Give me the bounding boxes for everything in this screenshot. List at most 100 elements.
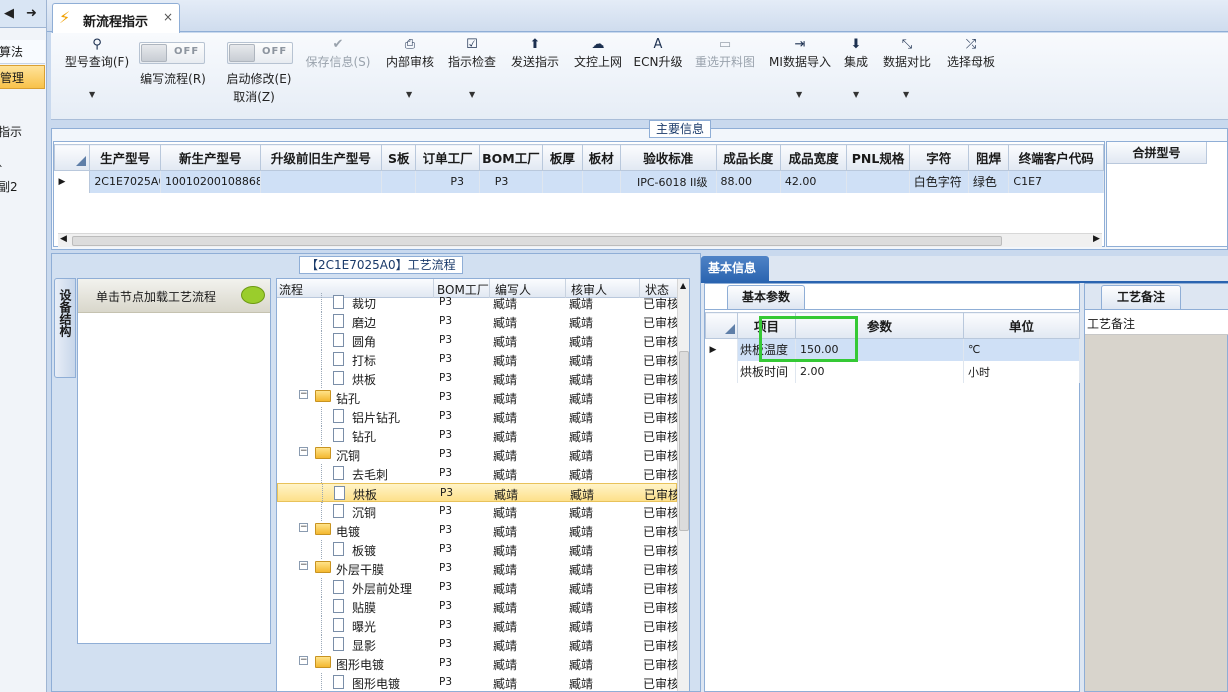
load-hint-bar: 单击节点加载工艺流程 [78, 279, 270, 313]
flow-row[interactable]: − 沉铜 P3 臧靖 臧靖 已审核 [277, 445, 679, 464]
col-header[interactable]: 新生产型号 [159, 144, 261, 171]
flow-row[interactable]: 烘板 P3 臧靖 臧靖 已审核 [277, 483, 680, 503]
scrollbar-thumb[interactable] [679, 351, 689, 531]
flow-status: 已审核 [643, 658, 680, 672]
col-header[interactable]: 板厚 [542, 144, 583, 171]
col-header[interactable]: S板 [381, 144, 417, 171]
internal-review-dropdown-icon[interactable]: ▼ [406, 90, 412, 99]
scroll-left-icon[interactable]: ◀ [60, 234, 67, 244]
splitter-handle[interactable] [271, 480, 275, 530]
col-header[interactable]: 订单工厂 [415, 144, 480, 171]
row-pointer-icon: ▶ [54, 170, 91, 193]
col-header[interactable]: 生产型号 [89, 144, 161, 171]
collapse-node-icon[interactable]: − [299, 390, 308, 399]
table-row[interactable]: 烘板时间 2.00 小时 [705, 360, 1080, 383]
left-nav-item-algo[interactable]: 算法 [0, 40, 45, 64]
mi-import-dropdown-icon[interactable]: ▼ [796, 90, 802, 99]
scroll-up-icon[interactable]: ▲ [680, 281, 686, 290]
folder-icon [315, 656, 331, 668]
compare-dropdown-icon[interactable]: ▼ [903, 90, 909, 99]
horizontal-scrollbar[interactable]: ◀ ▶ [58, 233, 1102, 247]
integrate-dropdown-icon[interactable]: ▼ [853, 90, 859, 99]
load-hint-text: 单击节点加载工艺流程 [96, 290, 217, 304]
collapse-node-icon[interactable]: − [299, 561, 308, 570]
compare-button[interactable]: ⤡ 数据对比 [879, 37, 935, 70]
left-nav-item-manage[interactable]: 管理 [0, 65, 45, 89]
flow-writer: 臧靖 [493, 525, 518, 539]
collapse-node-icon[interactable]: − [299, 447, 308, 456]
merge-model-header[interactable]: 合拼型号 [1107, 142, 1207, 164]
left-nav-item-dot[interactable]: ˎ [0, 148, 44, 172]
flow-row[interactable]: − 外层干膜 P3 臧靖 臧靖 已审核 [277, 559, 679, 578]
flow-row[interactable]: 裁切 P3 臧靖 臧靖 已审核 [277, 293, 679, 312]
table-row[interactable]: ▶ 2C1E7025A0 10010200108868 P3 P3 IPC-60… [54, 170, 1104, 193]
flow-row[interactable]: − 电镀 P3 臧靖 臧靖 已审核 [277, 521, 679, 540]
flow-row[interactable]: 磨边 P3 臧靖 臧靖 已审核 [277, 312, 680, 331]
model-query-button[interactable]: ⚲ 型号查询(F) [59, 37, 135, 70]
tab-basic-params[interactable]: 基本参数 [727, 285, 805, 309]
col-header[interactable]: BOM工厂 [478, 144, 544, 171]
check-button[interactable]: ☑ 指示检查 [445, 37, 499, 70]
param-value-cell[interactable]: 2.00 [795, 360, 964, 383]
mi-import-button[interactable]: ⇥ MI数据导入 [765, 37, 835, 70]
col-header[interactable]: 字符 [908, 144, 969, 171]
tab-equipment-structure[interactable]: 设备结构 [54, 278, 76, 378]
tab-title: 新流程指示 [83, 15, 149, 30]
edit-flow-toggle[interactable]: OFF [139, 42, 205, 64]
col-header[interactable]: 升级前旧生产型号 [259, 144, 383, 171]
flow-row[interactable]: 沉铜 P3 臧靖 臧靖 已审核 [277, 502, 679, 521]
flow-row[interactable]: 外层前处理 P3 臧靖 臧靖 已审核 [277, 578, 679, 597]
internal-review-button[interactable]: ⎙ 内部审核 [383, 37, 437, 70]
col-header[interactable]: 验收标准 [619, 144, 717, 171]
vertical-scrollbar[interactable]: ▲ [677, 279, 689, 691]
scroll-right-icon[interactable]: ▶ [1093, 234, 1100, 244]
flow-row[interactable]: 去毛刺 P3 臧靖 臧靖 已审核 [277, 464, 679, 483]
model-query-dropdown-icon[interactable]: ▼ [89, 90, 95, 99]
col-header[interactable]: 成品长度 [715, 144, 781, 171]
flow-factory: P3 [440, 487, 454, 499]
flow-row[interactable]: 打标 P3 臧靖 臧靖 已审核 [277, 350, 679, 369]
flow-status: 已审核 [643, 316, 680, 330]
flow-factory: P3 [439, 410, 453, 422]
flow-row[interactable]: 铝片钻孔 P3 臧靖 臧靖 已审核 [277, 407, 679, 426]
col-header[interactable]: 单位 [963, 312, 1080, 339]
tab-basic-info[interactable]: 基本信息 [701, 256, 769, 282]
recut-image-button[interactable]: ▭ 重选开料图 [691, 37, 759, 70]
col-header[interactable]: 成品宽度 [779, 144, 848, 171]
pin-icon[interactable]: ➜ [26, 6, 37, 21]
tab-process-notes[interactable]: 工艺备注 [1101, 285, 1181, 309]
flow-row[interactable]: 曝光 P3 臧靖 臧靖 已审核 [277, 616, 679, 635]
col-header[interactable]: 终端客户代码 [1008, 144, 1104, 171]
flow-row[interactable]: 钻孔 P3 臧靖 臧靖 已审核 [277, 426, 679, 445]
flow-row[interactable]: 板镀 P3 臧靖 臧靖 已审核 [277, 540, 679, 559]
tab-new-flow[interactable]: ⚡ 新流程指示 × [52, 3, 180, 33]
left-nav-item-2[interactable]: 副2 [0, 175, 44, 199]
start-modify-toggle[interactable]: OFF [227, 42, 293, 64]
upload-button[interactable]: ☁ 文控上网 [571, 37, 625, 70]
flow-row[interactable]: − 钻孔 P3 臧靖 臧靖 已审核 [277, 388, 680, 407]
flow-row[interactable]: − 图形电镀 P3 臧靖 臧靖 已审核 [277, 654, 680, 673]
flow-row[interactable]: 显影 P3 臧靖 臧靖 已审核 [277, 635, 679, 654]
flow-row[interactable]: 贴膜 P3 臧靖 臧靖 已审核 [277, 597, 679, 616]
flow-status: 已审核 [643, 392, 680, 406]
ecn-upgrade-button[interactable]: A ECN升级 [633, 37, 683, 70]
integrate-button[interactable]: ⬇ 集成 [839, 37, 873, 70]
flow-row[interactable]: 图形电镀 P3 臧靖 臧靖 已审核 [277, 673, 679, 691]
collapse-left-icon[interactable]: ◀ [4, 6, 14, 21]
collapse-node-icon[interactable]: − [299, 656, 308, 665]
left-nav-item-indicate[interactable]: 指示 [0, 120, 44, 144]
save-button[interactable]: ✔ 保存信息(S) [301, 37, 375, 70]
flow-node-label: 贴膜 [352, 601, 377, 615]
check-dropdown-icon[interactable]: ▼ [469, 90, 475, 99]
flow-row[interactable]: 烘板 P3 臧靖 臧靖 已审核 [277, 369, 679, 388]
cancel-button[interactable]: 取消(Z) [227, 88, 281, 105]
col-header[interactable]: PNL规格 [846, 144, 910, 171]
flow-row[interactable]: 圆角 P3 臧靖 臧靖 已审核 [277, 331, 679, 350]
close-tab-icon[interactable]: × [163, 10, 173, 24]
send-button[interactable]: ⬆ 发送指示 [507, 37, 563, 70]
col-header[interactable]: 板材 [581, 144, 621, 171]
select-board-button[interactable]: ⤮ 选择母板 [943, 37, 999, 70]
scrollbar-thumb[interactable] [72, 236, 1002, 246]
collapse-node-icon[interactable]: − [299, 523, 308, 532]
col-header[interactable]: 阻焊 [967, 144, 1010, 171]
